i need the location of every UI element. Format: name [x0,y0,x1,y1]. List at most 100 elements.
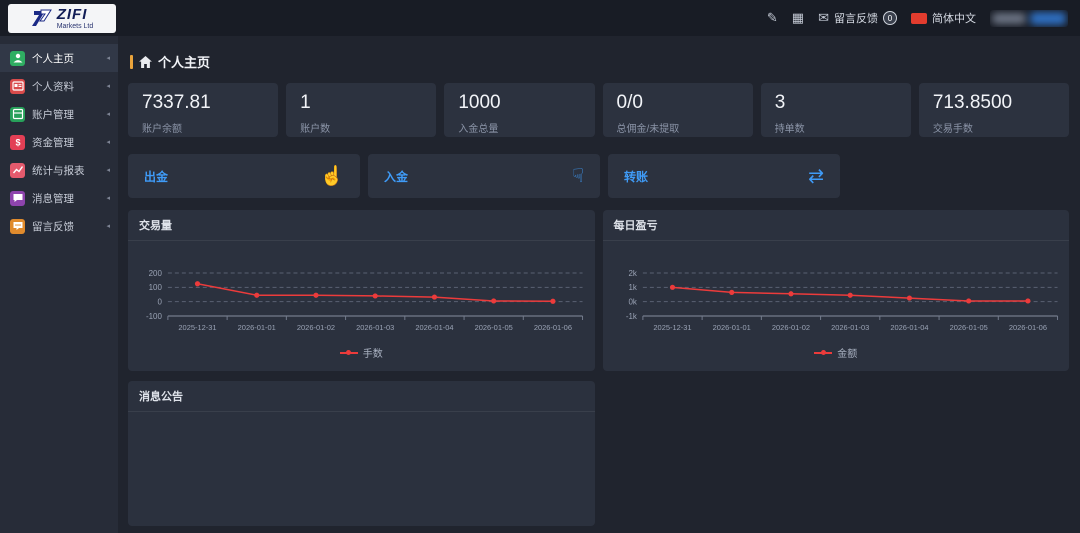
user-home-icon [10,51,25,66]
chevron-icon: ◂ [106,222,110,230]
hand-point-up-icon: ☝ [320,167,344,186]
svg-text:2026-01-04: 2026-01-04 [415,323,453,332]
svg-text:2026-01-02: 2026-01-02 [771,323,809,332]
charts-row: 交易量 2001000-1002025-12-312026-01-012026-… [128,210,1069,371]
chevron-icon: ◂ [106,110,110,118]
zifi-logo-icon [31,7,53,29]
svg-text:2025-12-31: 2025-12-31 [653,323,691,332]
legend-line-dot-icon [814,350,832,356]
page-title: 个人主页 [158,52,210,71]
svg-text:2026-01-03: 2026-01-03 [356,323,394,332]
stat-label: 账户余额 [142,120,264,135]
breadcrumb: 个人主页 [130,52,1069,71]
withdraw-label: 出金 [144,168,168,185]
stat-card-1: 1账户数 [286,83,436,137]
brand-name: ZIFI [57,7,94,22]
svg-text:$: $ [15,138,20,148]
daily-pnl-chart-legend[interactable]: 金额 [607,339,1066,369]
stat-value: 7337.81 [142,93,264,114]
volume-chart-legend[interactable]: 手数 [132,339,591,369]
language-label: 简体中文 [932,10,976,26]
chevron-icon: ◂ [106,138,110,146]
transfer-button[interactable]: 转账 ⇄ [608,154,840,198]
sidebar-item-label: 资金管理 [32,135,99,150]
mail-icon: ✉ [818,10,829,26]
stat-value: 3 [775,93,897,114]
sidebar-item-1[interactable]: 个人资料◂ [0,72,118,100]
stat-value: 713.8500 [933,93,1055,114]
user-name-redacted [992,13,1026,24]
brand-text: ZIFI Markets Ltd [57,7,94,30]
shuffle-icon: ⇄ [808,167,824,186]
feedback-button[interactable]: ✉ 留言反馈 0 [818,10,897,26]
announcement-panel: 消息公告 [128,381,595,526]
stat-card-5: 713.8500交易手数 [919,83,1069,137]
top-bar: ZIFI Markets Ltd ✎ ▦ ✉ 留言反馈 0 简体中文 [0,0,1080,36]
svg-text:2026-01-02: 2026-01-02 [297,323,335,332]
stat-card-3: 0/0 总佣金/未提取 [603,83,753,137]
chevron-icon: ◂ [106,166,110,174]
svg-text:2026-01-06: 2026-01-06 [534,323,572,332]
sidebar-item-6[interactable]: 留言反馈◂ [0,212,118,240]
svg-text:2026-01-01: 2026-01-01 [238,323,276,332]
volume-chart-title: 交易量 [128,210,595,241]
dollar-icon: $ [10,135,25,150]
withdraw-button[interactable]: 出金 ☝ [128,154,360,198]
sidebar-item-label: 消息管理 [32,191,99,206]
volume-legend-label: 手数 [363,345,383,360]
chevron-icon: ◂ [106,54,110,62]
language-switcher[interactable]: 简体中文 [911,10,976,26]
volume-chart-panel: 交易量 2001000-1002025-12-312026-01-012026-… [128,210,595,371]
comment-icon [10,219,25,234]
deposit-label: 入金 [384,168,408,185]
id-card-icon [10,79,25,94]
sidebar-item-label: 账户管理 [32,107,99,122]
sidebar-item-label: 个人主页 [32,51,99,66]
chevron-icon: ◂ [106,194,110,202]
svg-text:2026-01-03: 2026-01-03 [831,323,869,332]
sidebar-item-2[interactable]: 账户管理 ◂ [0,100,118,128]
svg-text:-100: -100 [146,312,162,321]
stat-card-2: 1000入金总量 [444,83,594,137]
svg-text:2k: 2k [628,269,636,278]
stat-card-4: 3 持单数 [761,83,911,137]
sidebar-item-3[interactable]: $ 资金管理 ◂ [0,128,118,156]
stat-value: 0/0 [617,93,739,114]
volume-line-chart: 2001000-1002025-12-312026-01-012026-01-0… [132,245,591,339]
deposit-button[interactable]: 入金 ☟ [368,154,600,198]
table-icon[interactable]: ▦ [792,10,804,26]
announcement-title: 消息公告 [128,381,595,412]
brand-logo[interactable]: ZIFI Markets Ltd [8,4,116,33]
stat-card-0: 7337.81 账户余额 [128,83,278,137]
svg-text:2025-12-31: 2025-12-31 [178,323,216,332]
user-display[interactable] [990,10,1068,27]
stat-label: 持单数 [775,120,897,135]
app-window: ZIFI Markets Ltd ✎ ▦ ✉ 留言反馈 0 简体中文 个人主页 ◂… [0,0,1080,533]
stat-label: 入金总量 [458,120,580,135]
stat-label: 账户数 [300,120,422,135]
brand-subtitle: Markets Ltd [57,23,94,30]
sidebar-item-5[interactable]: 消息管理 ◂ [0,184,118,212]
account-box-icon [10,107,25,122]
sidebar-item-4[interactable]: 统计与报表 ◂ [0,156,118,184]
svg-text:2026-01-05: 2026-01-05 [949,323,987,332]
svg-text:0: 0 [157,297,162,306]
chevron-icon: ◂ [106,82,110,90]
svg-text:1k: 1k [628,283,636,292]
sidebar-item-0[interactable]: 个人主页 ◂ [0,44,118,72]
quick-actions-row: 出金 ☝ 入金 ☟ 转账 ⇄ [128,154,1069,198]
daily-pnl-chart-title: 每日盈亏 [603,210,1070,241]
title-accent-bar [130,55,133,69]
transfer-label: 转账 [624,168,648,185]
stats-cards-row: 7337.81 账户余额 1账户数1000入金总量 0/0 总佣金/未提取 3 持单数 713… [128,83,1069,137]
daily-pnl-legend-label: 金额 [837,345,857,360]
topbar-actions: ✎ ▦ ✉ 留言反馈 0 简体中文 [767,10,1068,27]
pen-icon[interactable]: ✎ [767,10,778,26]
svg-text:100: 100 [149,283,163,292]
stat-label: 总佣金/未提取 [617,120,739,135]
sidebar-item-label: 统计与报表 [32,163,99,178]
svg-text:2026-01-06: 2026-01-06 [1008,323,1046,332]
svg-text:2026-01-01: 2026-01-01 [712,323,750,332]
chart-icon [10,163,25,178]
feedback-label: 留言反馈 [834,10,878,26]
